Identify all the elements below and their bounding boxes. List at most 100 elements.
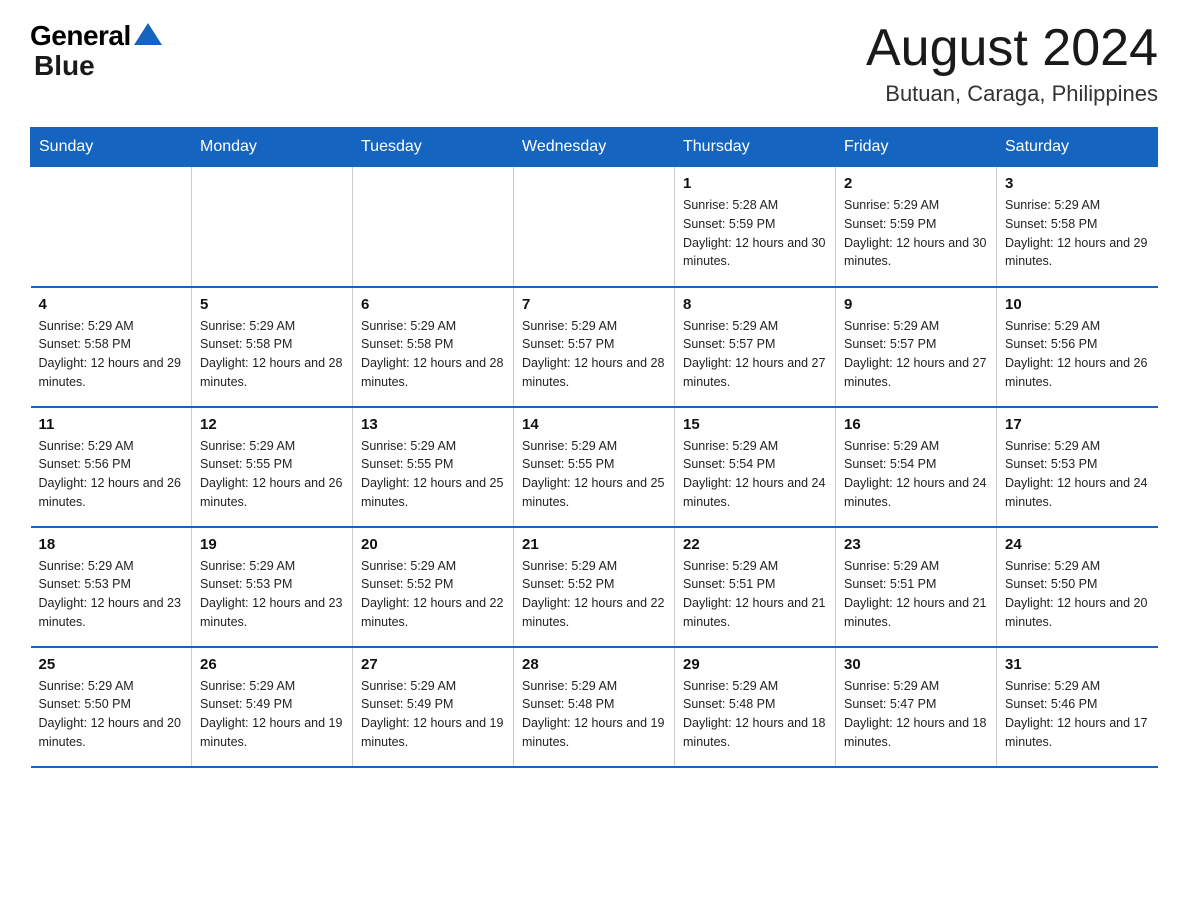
day-number: 21 bbox=[522, 536, 666, 553]
day-info: Sunrise: 5:29 AMSunset: 5:47 PMDaylight:… bbox=[844, 677, 988, 752]
day-number: 13 bbox=[361, 416, 505, 433]
day-info: Sunrise: 5:29 AMSunset: 5:58 PMDaylight:… bbox=[1005, 196, 1150, 271]
day-info: Sunrise: 5:29 AMSunset: 5:48 PMDaylight:… bbox=[522, 677, 666, 752]
calendar-cell: 5 Sunrise: 5:29 AMSunset: 5:58 PMDaylight… bbox=[192, 287, 353, 407]
day-number: 23 bbox=[844, 536, 988, 553]
calendar-cell: 29Sunrise: 5:29 AMSunset: 5:48 PMDayligh… bbox=[675, 647, 836, 767]
day-number: 17 bbox=[1005, 416, 1150, 433]
day-info: Sunrise: 5:29 AMSunset: 5:58 PMDaylight:… bbox=[39, 317, 184, 392]
day-number: 26 bbox=[200, 656, 344, 673]
calendar-cell: 8 Sunrise: 5:29 AMSunset: 5:57 PMDaylight… bbox=[675, 287, 836, 407]
header-monday: Monday bbox=[192, 128, 353, 167]
day-info: Sunrise: 5:29 AMSunset: 5:57 PMDaylight:… bbox=[522, 317, 666, 392]
calendar-cell: 11Sunrise: 5:29 AMSunset: 5:56 PMDayligh… bbox=[31, 407, 192, 527]
calendar-cell: 23 Sunrise: 5:29 AMSunset: 5:51 PMDayligh… bbox=[836, 527, 997, 647]
day-info: Sunrise: 5:29 AMSunset: 5:51 PMDaylight:… bbox=[844, 557, 988, 632]
calendar-cell: 28 Sunrise: 5:29 AMSunset: 5:48 PMDayligh… bbox=[514, 647, 675, 767]
calendar-cell: 14 Sunrise: 5:29 AMSunset: 5:55 PMDayligh… bbox=[514, 407, 675, 527]
day-number: 8 bbox=[683, 296, 827, 313]
day-info: Sunrise: 5:29 AMSunset: 5:57 PMDaylight:… bbox=[683, 317, 827, 392]
calendar-cell: 15Sunrise: 5:29 AMSunset: 5:54 PMDayligh… bbox=[675, 407, 836, 527]
day-info: Sunrise: 5:29 AMSunset: 5:51 PMDaylight:… bbox=[683, 557, 827, 632]
day-number: 1 bbox=[683, 175, 827, 192]
day-number: 6 bbox=[361, 296, 505, 313]
day-info: Sunrise: 5:29 AMSunset: 5:53 PMDaylight:… bbox=[1005, 437, 1150, 512]
calendar-cell: 4 Sunrise: 5:29 AMSunset: 5:58 PMDaylight… bbox=[31, 287, 192, 407]
day-number: 22 bbox=[683, 536, 827, 553]
day-info: Sunrise: 5:29 AMSunset: 5:52 PMDaylight:… bbox=[522, 557, 666, 632]
day-info: Sunrise: 5:29 AMSunset: 5:46 PMDaylight:… bbox=[1005, 677, 1150, 752]
logo-triangle-icon bbox=[134, 23, 162, 45]
day-number: 19 bbox=[200, 536, 344, 553]
logo-general-text: General bbox=[30, 20, 131, 52]
day-info: Sunrise: 5:29 AMSunset: 5:56 PMDaylight:… bbox=[39, 437, 184, 512]
day-info: Sunrise: 5:29 AMSunset: 5:55 PMDaylight:… bbox=[522, 437, 666, 512]
title-block: August 2024 Butuan, Caraga, Philippines bbox=[866, 20, 1158, 107]
calendar-header: SundayMondayTuesdayWednesdayThursdayFrid… bbox=[31, 128, 1158, 167]
calendar-cell: 20 Sunrise: 5:29 AMSunset: 5:52 PMDayligh… bbox=[353, 527, 514, 647]
day-number: 5 bbox=[200, 296, 344, 313]
day-number: 18 bbox=[39, 536, 184, 553]
day-number: 16 bbox=[844, 416, 988, 433]
calendar-cell: 30Sunrise: 5:29 AMSunset: 5:47 PMDayligh… bbox=[836, 647, 997, 767]
calendar-cell: 16 Sunrise: 5:29 AMSunset: 5:54 PMDayligh… bbox=[836, 407, 997, 527]
day-number: 4 bbox=[39, 296, 184, 313]
calendar-cell bbox=[31, 167, 192, 287]
day-info: Sunrise: 5:29 AMSunset: 5:50 PMDaylight:… bbox=[39, 677, 184, 752]
calendar-cell: 21 Sunrise: 5:29 AMSunset: 5:52 PMDayligh… bbox=[514, 527, 675, 647]
day-number: 14 bbox=[522, 416, 666, 433]
day-info: Sunrise: 5:29 AMSunset: 5:49 PMDaylight:… bbox=[361, 677, 505, 752]
day-info: Sunrise: 5:29 AMSunset: 5:54 PMDaylight:… bbox=[683, 437, 827, 512]
day-info: Sunrise: 5:29 AMSunset: 5:54 PMDaylight:… bbox=[844, 437, 988, 512]
day-number: 3 bbox=[1005, 175, 1150, 192]
day-number: 7 bbox=[522, 296, 666, 313]
calendar-cell: 25 Sunrise: 5:29 AMSunset: 5:50 PMDayligh… bbox=[31, 647, 192, 767]
page-header: General Blue August 2024 Butuan, Caraga,… bbox=[30, 20, 1158, 107]
day-number: 2 bbox=[844, 175, 988, 192]
calendar-cell: 26 Sunrise: 5:29 AMSunset: 5:49 PMDayligh… bbox=[192, 647, 353, 767]
calendar-cell: 27 Sunrise: 5:29 AMSunset: 5:49 PMDayligh… bbox=[353, 647, 514, 767]
day-info: Sunrise: 5:29 AMSunset: 5:49 PMDaylight:… bbox=[200, 677, 344, 752]
day-number: 25 bbox=[39, 656, 184, 673]
calendar-cell: 24Sunrise: 5:29 AMSunset: 5:50 PMDayligh… bbox=[997, 527, 1158, 647]
calendar-cell: 22 Sunrise: 5:29 AMSunset: 5:51 PMDayligh… bbox=[675, 527, 836, 647]
calendar-cell: 10Sunrise: 5:29 AMSunset: 5:56 PMDayligh… bbox=[997, 287, 1158, 407]
day-number: 12 bbox=[200, 416, 344, 433]
week-row-4: 18 Sunrise: 5:29 AMSunset: 5:53 PMDayligh… bbox=[31, 527, 1158, 647]
day-info: Sunrise: 5:29 AMSunset: 5:53 PMDaylight:… bbox=[39, 557, 184, 632]
calendar-cell: 17 Sunrise: 5:29 AMSunset: 5:53 PMDayligh… bbox=[997, 407, 1158, 527]
calendar-cell: 31 Sunrise: 5:29 AMSunset: 5:46 PMDayligh… bbox=[997, 647, 1158, 767]
header-tuesday: Tuesday bbox=[353, 128, 514, 167]
calendar-cell: 19Sunrise: 5:29 AMSunset: 5:53 PMDayligh… bbox=[192, 527, 353, 647]
day-info: Sunrise: 5:29 AMSunset: 5:55 PMDaylight:… bbox=[200, 437, 344, 512]
calendar-table: SundayMondayTuesdayWednesdayThursdayFrid… bbox=[30, 127, 1158, 768]
header-sunday: Sunday bbox=[31, 128, 192, 167]
header-thursday: Thursday bbox=[675, 128, 836, 167]
week-row-2: 4 Sunrise: 5:29 AMSunset: 5:58 PMDaylight… bbox=[31, 287, 1158, 407]
day-number: 31 bbox=[1005, 656, 1150, 673]
header-saturday: Saturday bbox=[997, 128, 1158, 167]
day-number: 10 bbox=[1005, 296, 1150, 313]
header-row: SundayMondayTuesdayWednesdayThursdayFrid… bbox=[31, 128, 1158, 167]
logo: General Blue bbox=[30, 20, 162, 82]
calendar-cell: 12 Sunrise: 5:29 AMSunset: 5:55 PMDayligh… bbox=[192, 407, 353, 527]
page-title: August 2024 bbox=[866, 20, 1158, 77]
day-info: Sunrise: 5:29 AMSunset: 5:57 PMDaylight:… bbox=[844, 317, 988, 392]
day-number: 20 bbox=[361, 536, 505, 553]
logo-blue-text: Blue bbox=[34, 50, 95, 82]
header-friday: Friday bbox=[836, 128, 997, 167]
day-info: Sunrise: 5:29 AMSunset: 5:58 PMDaylight:… bbox=[200, 317, 344, 392]
calendar-cell: 18 Sunrise: 5:29 AMSunset: 5:53 PMDayligh… bbox=[31, 527, 192, 647]
calendar-body: 1Sunrise: 5:28 AMSunset: 5:59 PMDaylight… bbox=[31, 167, 1158, 767]
day-info: Sunrise: 5:29 AMSunset: 5:55 PMDaylight:… bbox=[361, 437, 505, 512]
calendar-cell bbox=[514, 167, 675, 287]
calendar-cell: 2 Sunrise: 5:29 AMSunset: 5:59 PMDaylight… bbox=[836, 167, 997, 287]
day-info: Sunrise: 5:29 AMSunset: 5:52 PMDaylight:… bbox=[361, 557, 505, 632]
week-row-5: 25 Sunrise: 5:29 AMSunset: 5:50 PMDayligh… bbox=[31, 647, 1158, 767]
day-info: Sunrise: 5:29 AMSunset: 5:59 PMDaylight:… bbox=[844, 196, 988, 271]
page-subtitle: Butuan, Caraga, Philippines bbox=[866, 81, 1158, 107]
week-row-3: 11Sunrise: 5:29 AMSunset: 5:56 PMDayligh… bbox=[31, 407, 1158, 527]
day-info: Sunrise: 5:29 AMSunset: 5:48 PMDaylight:… bbox=[683, 677, 827, 752]
day-number: 27 bbox=[361, 656, 505, 673]
day-number: 28 bbox=[522, 656, 666, 673]
